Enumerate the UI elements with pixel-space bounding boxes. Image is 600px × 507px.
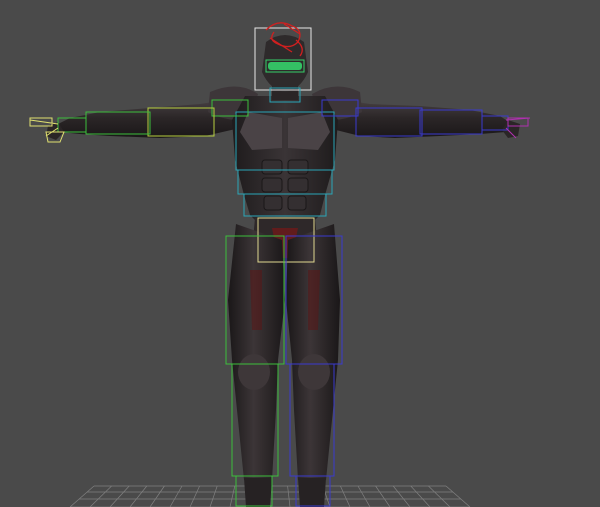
grid-line xyxy=(445,485,471,507)
grid-line xyxy=(357,485,371,507)
grid-line xyxy=(89,485,112,507)
visor-mesh xyxy=(268,62,302,70)
grid-line xyxy=(169,485,183,507)
grid-line xyxy=(392,485,411,507)
right-thigh-accent-mesh xyxy=(308,270,320,330)
3d-viewport[interactable] xyxy=(0,0,600,507)
right-knee-mesh xyxy=(298,354,330,390)
grid-line xyxy=(375,485,391,507)
left-foot-mesh xyxy=(244,478,272,507)
grid-line xyxy=(229,485,236,507)
grid-line xyxy=(189,485,200,507)
character-mesh[interactable] xyxy=(46,35,520,507)
grid-line xyxy=(149,485,165,507)
grid-line xyxy=(287,485,291,507)
left-thigh-accent-mesh xyxy=(250,270,262,330)
right-foot-mesh xyxy=(298,478,326,507)
grid-line xyxy=(109,485,130,507)
grid-line xyxy=(209,485,218,507)
grid-line xyxy=(69,485,95,507)
grid-line xyxy=(129,485,148,507)
viewport-scene[interactable] xyxy=(0,0,600,507)
grid-line xyxy=(340,485,351,507)
grid-line xyxy=(428,485,451,507)
left-knee-mesh xyxy=(238,354,270,390)
grid-line xyxy=(410,485,431,507)
